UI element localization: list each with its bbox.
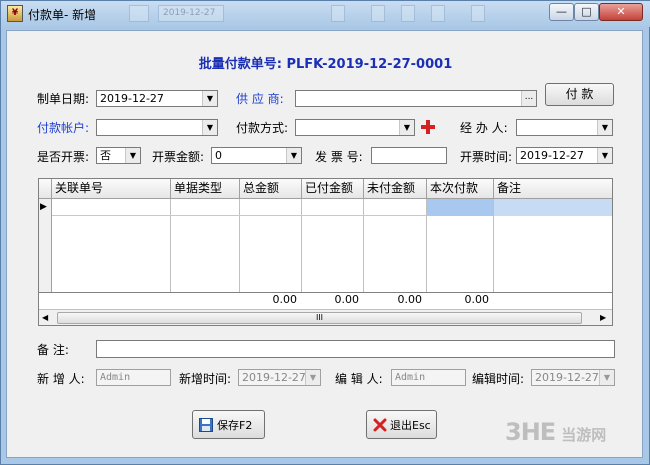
editor-field: Admin	[391, 369, 466, 386]
edit-time-label: 编辑时间:	[472, 372, 525, 386]
create-time-value: 2019-12-27	[242, 371, 306, 384]
invoiced-select[interactable]: 否 ▼	[96, 147, 141, 164]
table-cell[interactable]	[494, 199, 612, 216]
col-doc-type[interactable]: 单据类型	[171, 179, 240, 199]
date-label: 制单日期:	[37, 92, 90, 106]
invoice-time-value: 2019-12-27	[520, 149, 584, 162]
window-title: 付款单- 新增	[28, 8, 97, 22]
col-related-doc[interactable]: 关联单号	[52, 179, 171, 199]
invoice-time-label: 开票时间:	[460, 150, 513, 164]
invoiced-value: 否	[100, 149, 111, 162]
pay-button[interactable]: 付 款	[545, 83, 614, 106]
save-button[interactable]: 保存F2	[192, 410, 265, 439]
handler-label: 经 办 人:	[460, 121, 508, 135]
horizontal-scrollbar[interactable]: ◀ III ▶	[39, 309, 612, 325]
chevron-down-icon: ▼	[599, 370, 614, 385]
handler-select[interactable]: ▼	[516, 119, 613, 136]
creator-label: 新 增 人:	[37, 372, 85, 386]
invoice-amount-label: 开票金额:	[152, 150, 205, 164]
invoice-amount-select[interactable]: 0 ▼	[211, 147, 302, 164]
save-label: 保存F2	[217, 419, 253, 432]
col-remark[interactable]: 备注	[494, 179, 612, 199]
maximize-button[interactable]: □	[574, 3, 599, 21]
scroll-right-icon[interactable]: ▶	[600, 312, 610, 324]
ghost-toolbar-icon	[471, 5, 485, 22]
chevron-down-icon[interactable]: ▼	[597, 148, 612, 163]
scroll-thumb[interactable]: III	[57, 312, 582, 324]
add-method-icon[interactable]	[420, 119, 436, 135]
document-app-icon: ¥	[7, 5, 23, 22]
exit-button[interactable]: 退出Esc	[366, 410, 437, 439]
edit-time-field: 2019-12-27 ▼	[531, 369, 615, 386]
chevron-down-icon[interactable]: ▼	[125, 148, 140, 163]
invoice-amount-value: 0	[215, 149, 222, 162]
create-time-label: 新增时间:	[179, 372, 232, 386]
scroll-left-icon[interactable]: ◀	[42, 312, 52, 324]
minimize-button[interactable]: —	[549, 3, 574, 21]
creator-field: Admin	[96, 369, 171, 386]
exit-label: 退出Esc	[390, 419, 431, 432]
col-paid[interactable]: 已付金额	[302, 179, 364, 199]
batch-payment-number-heading: 批量付款单号: PLFK-2019-12-27-0001	[198, 57, 453, 72]
ghost-date-field: 2019-12-27	[158, 5, 224, 22]
date-value: 2019-12-27	[100, 92, 164, 105]
col-this-payment[interactable]: 本次付款	[427, 179, 494, 199]
method-label: 付款方式:	[236, 121, 289, 135]
chevron-down-icon[interactable]: ▼	[399, 120, 414, 135]
ghost-toolbar-icon	[371, 5, 385, 22]
account-select[interactable]: ▼	[96, 119, 218, 136]
chevron-down-icon[interactable]: ▼	[202, 120, 217, 135]
total-this-payment: 0.00	[464, 293, 490, 306]
invoice-no-label: 发 票 号:	[315, 150, 363, 164]
total-unpaid: 0.00	[397, 293, 423, 306]
total-paid: 0.00	[334, 293, 360, 306]
close-icon	[373, 418, 387, 432]
site-watermark-logo: 3HE 当游网	[505, 418, 607, 446]
payment-detail-grid[interactable]: 关联单号 单据类型 总金额 已付金额 未付金额 本次付款 备注 ▶ 0.00 0…	[38, 178, 613, 326]
ghost-toolbar-icon	[401, 5, 415, 22]
selected-cell[interactable]	[427, 199, 493, 216]
chevron-down-icon[interactable]: ▼	[202, 91, 217, 106]
col-unpaid[interactable]: 未付金额	[364, 179, 427, 199]
supplier-label: 供 应 商:	[236, 92, 284, 106]
grid-corner	[39, 179, 52, 199]
creator-value: Admin	[100, 372, 131, 383]
editor-value: Admin	[395, 372, 426, 383]
total-amount: 0.00	[272, 293, 298, 306]
invoice-time-picker[interactable]: 2019-12-27 ▼	[516, 147, 613, 164]
invoice-no-input[interactable]	[371, 147, 447, 164]
table-row[interactable]	[52, 199, 427, 216]
invoiced-label: 是否开票:	[37, 150, 90, 164]
method-select[interactable]: ▼	[295, 119, 415, 136]
edit-time-value: 2019-12-27	[535, 371, 599, 384]
account-label: 付款帐户:	[37, 121, 90, 135]
title-bar[interactable]: ¥ 付款单- 新增 2019-12-27 — □ ✕	[1, 1, 650, 27]
col-total[interactable]: 总金额	[240, 179, 302, 199]
supplier-field[interactable]: ...	[295, 90, 537, 107]
chevron-down-icon[interactable]: ▼	[286, 148, 301, 163]
ghost-toolbar-icon	[331, 5, 345, 22]
chevron-down-icon: ▼	[305, 370, 320, 385]
create-time-field: 2019-12-27 ▼	[238, 369, 321, 386]
remark-input[interactable]	[96, 340, 615, 358]
date-picker[interactable]: 2019-12-27 ▼	[96, 90, 218, 107]
close-button[interactable]: ✕	[599, 3, 643, 21]
chevron-down-icon[interactable]: ▼	[597, 120, 612, 135]
editor-label: 编 辑 人:	[335, 372, 383, 386]
ghost-toolbar-icon	[431, 5, 445, 22]
save-icon	[199, 418, 213, 432]
remark-label: 备 注:	[37, 343, 69, 357]
ghost-toolbar-icon	[129, 5, 149, 22]
browse-button[interactable]: ...	[521, 91, 536, 106]
current-row-icon: ▶	[40, 202, 47, 212]
